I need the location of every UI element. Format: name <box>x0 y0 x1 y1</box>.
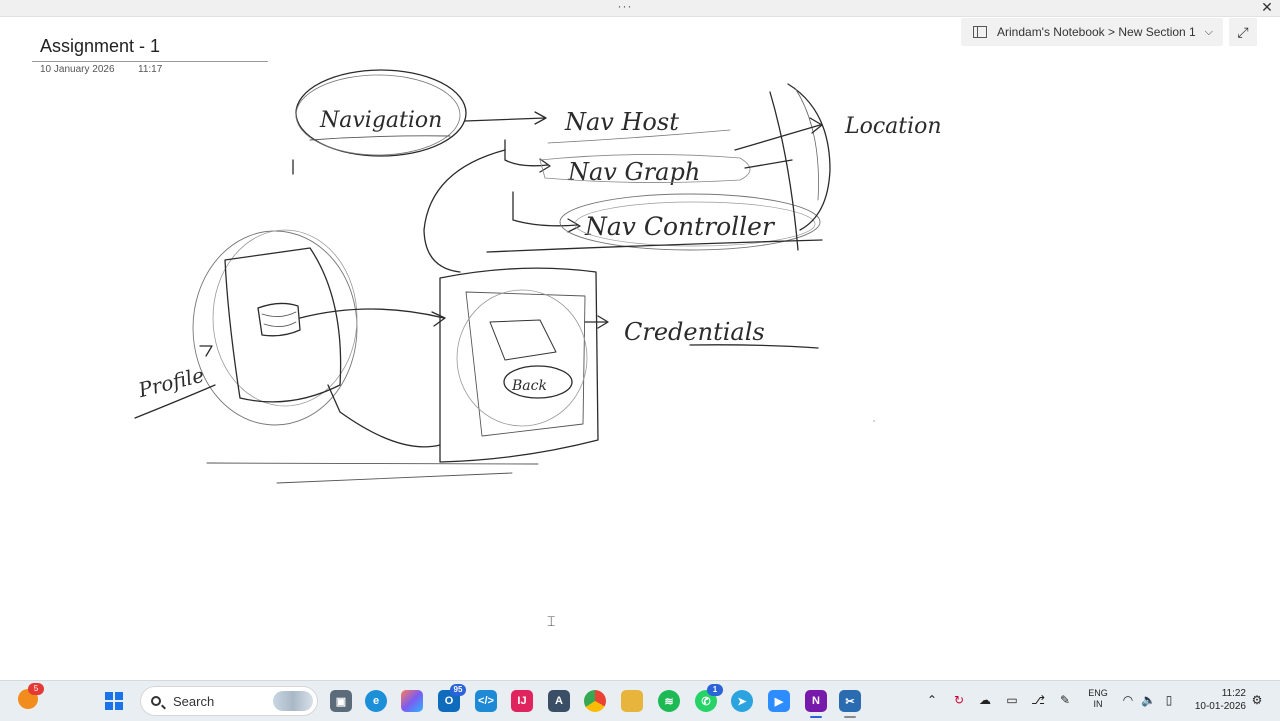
battery-icon[interactable]: ▯ <box>1162 694 1176 706</box>
search-icon <box>151 696 161 706</box>
arrow-nav-host <box>464 117 546 122</box>
active-app-indicator <box>810 716 822 718</box>
search-label: Search <box>173 693 215 709</box>
ink-canvas[interactable]: Navigation Nav Host Nav Graph Nav Contro… <box>0 0 1280 680</box>
text-cursor-icon: ⌶ <box>547 614 556 630</box>
ink-nav-graph-label: Nav Graph <box>567 158 700 186</box>
task-view-icon[interactable]: ▣ <box>330 690 352 712</box>
snipping-icon[interactable]: ✂ <box>839 690 861 712</box>
onenote-icon[interactable]: N <box>805 690 827 712</box>
search-highlight-icon <box>273 691 313 711</box>
telegram-icon[interactable]: ➤ <box>731 690 753 712</box>
folder-icon[interactable] <box>621 690 643 712</box>
ink-back-label: Back <box>511 378 547 394</box>
copilot-icon[interactable] <box>401 690 423 712</box>
microphone-icon[interactable]: ⎇ <box>1031 694 1045 706</box>
ink-location-label: Location <box>844 114 942 139</box>
notification-orb-icon[interactable]: 5 <box>18 683 44 709</box>
ink-navigation-label: Navigation <box>319 108 442 133</box>
chevron-up-icon[interactable]: ⌃ <box>925 694 939 706</box>
pen-icon[interactable]: ✎ <box>1058 694 1072 706</box>
edge-icon[interactable]: e <box>365 690 387 712</box>
cloud-icon[interactable]: ☁ <box>978 694 992 706</box>
credentials-box <box>439 267 599 463</box>
chrome-icon[interactable] <box>584 690 606 712</box>
running-app-indicator <box>844 716 856 718</box>
intellij-icon[interactable]: IJ <box>511 690 533 712</box>
volume-icon[interactable]: 🔈 <box>1141 694 1156 706</box>
ink-nav-host-label: Nav Host <box>564 108 679 136</box>
language-indicator[interactable]: ENG IN <box>1086 688 1110 710</box>
windows-icon[interactable] <box>105 692 125 710</box>
ink-nav-controller-label: Nav Controller <box>584 212 776 241</box>
sync-icon[interactable]: ↻ <box>952 694 966 706</box>
taskbar-search[interactable]: Search <box>140 686 318 716</box>
ink-credentials-label: Credentials <box>624 318 765 346</box>
settings-gear-icon[interactable]: ⚙ <box>1250 694 1264 706</box>
vscode-icon[interactable]: </> <box>475 690 497 712</box>
display-icon[interactable]: ▭ <box>1005 694 1019 706</box>
spotify-icon[interactable]: ≋ <box>658 690 680 712</box>
outlook-icon[interactable]: O 95 <box>438 684 466 712</box>
whatsapp-icon[interactable]: ✆ 1 <box>695 684 723 712</box>
zoom-icon[interactable]: ▶ <box>768 690 790 712</box>
wifi-icon[interactable]: ◠ <box>1121 694 1135 706</box>
system-clock[interactable]: 11:22 10-01-2026 <box>1188 687 1246 713</box>
android-studio-icon[interactable]: A <box>548 690 570 712</box>
ink-profile-label: Profile <box>135 363 206 403</box>
